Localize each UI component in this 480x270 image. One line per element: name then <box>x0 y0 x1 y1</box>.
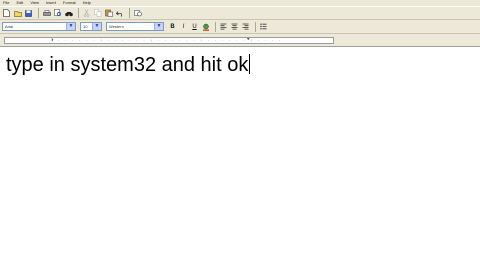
paste-icon[interactable] <box>104 9 113 18</box>
format-toolbar: Arial ▼ 10 ▼ Western ▼ B I U <box>0 20 480 34</box>
underline-button[interactable]: U <box>190 22 199 31</box>
script-combo[interactable]: Western ▼ <box>106 22 164 31</box>
print-preview-icon[interactable] <box>53 9 62 18</box>
right-indent-marker[interactable] <box>246 38 250 41</box>
font-color-icon[interactable] <box>201 22 210 31</box>
ruler[interactable] <box>4 37 334 44</box>
toolbar-separator <box>215 21 216 32</box>
cut-icon[interactable] <box>82 9 91 18</box>
find-icon[interactable] <box>64 9 73 18</box>
document-area[interactable]: type in system32 and hit ok <box>0 47 480 270</box>
toolbar-separator <box>38 8 39 18</box>
font-name-value: Arial <box>5 24 14 29</box>
toolbar-separator <box>129 8 130 18</box>
save-icon[interactable] <box>24 9 33 18</box>
italic-button[interactable]: I <box>179 22 188 31</box>
align-right-icon[interactable] <box>241 22 250 31</box>
chevron-down-icon[interactable]: ▼ <box>154 23 163 30</box>
align-left-icon[interactable] <box>219 22 228 31</box>
font-name-combo[interactable]: Arial ▼ <box>2 22 76 31</box>
toolbar-separator <box>78 8 79 18</box>
document-text[interactable]: type in system32 and hit ok <box>6 53 251 77</box>
font-size-combo[interactable]: 10 ▼ <box>80 22 102 31</box>
print-icon[interactable] <box>42 9 51 18</box>
open-icon[interactable] <box>13 9 22 18</box>
align-center-icon[interactable] <box>230 22 239 31</box>
chevron-down-icon[interactable]: ▼ <box>92 23 101 30</box>
bullets-icon[interactable] <box>259 22 268 31</box>
document-text-content: type in system32 and hit ok <box>6 54 249 76</box>
undo-icon[interactable] <box>115 9 124 18</box>
standard-toolbar <box>0 6 480 20</box>
text-caret <box>249 54 251 74</box>
copy-icon[interactable] <box>93 9 102 18</box>
left-indent-marker[interactable] <box>51 38 54 42</box>
toolbar-separator <box>255 21 256 32</box>
chevron-down-icon[interactable]: ▼ <box>66 23 75 30</box>
ruler-area <box>0 34 480 47</box>
date-time-icon[interactable] <box>133 9 142 18</box>
bold-button[interactable]: B <box>168 22 177 31</box>
font-size-value: 10 <box>83 24 88 29</box>
new-icon[interactable] <box>2 9 11 18</box>
script-value: Western <box>109 24 124 29</box>
